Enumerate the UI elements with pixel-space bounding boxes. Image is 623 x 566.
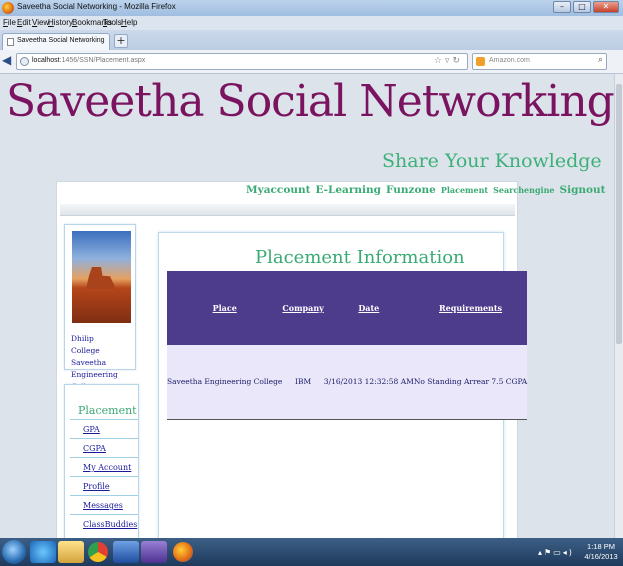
side-link-gpa[interactable]: GPA — [70, 419, 138, 438]
search-bar[interactable]: Amazon.com ⌕ — [472, 53, 607, 70]
nav-placement[interactable]: Placement — [441, 185, 488, 195]
internet-explorer-icon[interactable] — [30, 541, 56, 563]
folder-icon[interactable] — [58, 541, 84, 563]
taskbar: ▴⚑▭◂) 1:18 PM 4/16/2013 — [0, 538, 623, 566]
globe-icon — [20, 57, 29, 66]
page-icon — [7, 38, 14, 46]
desert-mesa-image — [86, 267, 116, 289]
side-link-my-account[interactable]: My Account — [70, 457, 138, 476]
table-row: Saveetha Engineering College IBM 3/16/20… — [167, 345, 528, 420]
profile-photo — [72, 231, 131, 323]
bookmark-star-icon[interactable]: ☆▿↻ — [434, 56, 463, 66]
site-title: Saveetha Social Networking — [6, 76, 614, 127]
firefox-logo-icon — [2, 2, 14, 14]
menu-file[interactable]: File — [3, 18, 16, 27]
url-bar[interactable]: localhost:1456/SSN/Placement.aspx ☆▿↻ — [16, 53, 468, 70]
column-header-date[interactable]: Date — [323, 271, 414, 345]
menu-bar: File Edit View History Bookmarks Tools H… — [0, 16, 623, 30]
chrome-icon[interactable] — [88, 542, 108, 562]
side-menu: Placement GPA CGPA My Account Profile Me… — [64, 384, 139, 538]
menu-tools[interactable]: Tools — [103, 18, 122, 27]
clock-date: 4/16/2013 — [584, 552, 618, 561]
side-menu-list: GPA CGPA My Account Profile Messages Cla… — [70, 419, 138, 533]
nav-myaccount[interactable]: Myaccount — [246, 184, 310, 196]
side-link-profile[interactable]: Profile — [70, 476, 138, 495]
cell-place: Saveetha Engineering College — [167, 345, 283, 420]
visual-studio-icon[interactable] — [141, 541, 167, 563]
close-button[interactable]: ✕ — [593, 1, 619, 13]
firefox-icon[interactable] — [173, 542, 193, 562]
scrollbar-thumb[interactable] — [616, 84, 622, 344]
search-magnifier-icon[interactable]: ⌕ — [598, 55, 603, 65]
taskbar-clock[interactable]: 1:18 PM 4/16/2013 — [584, 542, 618, 562]
side-link-cgpa[interactable]: CGPA — [70, 438, 138, 457]
page-viewport: Saveetha Social Networking Share Your Kn… — [0, 74, 614, 538]
maximize-button[interactable]: □ — [573, 1, 591, 13]
menu-help[interactable]: Help — [121, 18, 137, 27]
top-navigation: Myaccount E-Learning Funzone Placement S… — [246, 184, 606, 196]
column-header-requirements[interactable]: Requirements — [413, 271, 528, 345]
panel-title: Placement Information — [255, 247, 465, 268]
site-tagline: Share Your Knowledge — [382, 150, 602, 172]
nav-signout[interactable]: Signout — [560, 184, 606, 196]
menu-edit[interactable]: Edit — [17, 18, 31, 27]
word-icon[interactable] — [113, 541, 139, 563]
nav-elearning[interactable]: E-Learning — [315, 184, 381, 196]
side-link-messages[interactable]: Messages — [70, 495, 138, 514]
nav-searchengine[interactable]: Searchengine — [493, 185, 554, 195]
navigation-bar: ◀ localhost:1456/SSN/Placement.aspx ☆▿↻ … — [0, 50, 623, 74]
amazon-icon — [476, 57, 485, 66]
menu-history[interactable]: History — [48, 18, 73, 27]
start-button-icon[interactable] — [2, 540, 26, 564]
column-header-place[interactable]: Place — [167, 271, 283, 345]
column-header-company[interactable]: Company — [282, 271, 324, 345]
tab-saveetha[interactable]: Saveetha Social Networking — [2, 33, 110, 50]
table-header-row: Place Company Date Requirements — [167, 271, 528, 345]
menu-view[interactable]: View — [32, 18, 49, 27]
nav-funzone[interactable]: Funzone — [386, 184, 436, 196]
vertical-scrollbar[interactable] — [614, 74, 623, 538]
profile-name: Dhilip — [71, 334, 94, 343]
system-tray-icons[interactable]: ▴⚑▭◂) — [538, 548, 574, 557]
cell-requirements: No Standing Arrear 7.5 CGPA — [413, 345, 528, 420]
search-input[interactable]: Amazon.com — [489, 57, 530, 64]
window-title: Saveetha Social Networking - Mozilla Fir… — [17, 2, 176, 11]
new-tab-button[interactable]: + — [114, 34, 128, 48]
profile-card: Dhilip College Saveetha Engineering Coll… — [64, 224, 136, 391]
tab-label: Saveetha Social Networking — [17, 37, 105, 44]
minimize-button[interactable]: – — [553, 1, 571, 13]
cell-company: IBM — [282, 345, 324, 420]
window-controls: – □ ✕ — [553, 1, 619, 13]
tab-strip: Saveetha Social Networking + — [0, 30, 623, 50]
side-link-classbuddies[interactable]: ClassBuddies — [70, 514, 138, 533]
nav-strip — [60, 204, 515, 216]
back-arrow-icon[interactable]: ◀ — [2, 53, 16, 69]
url-text: localhost:1456/SSN/Placement.aspx — [32, 57, 146, 64]
placement-table: Place Company Date Requirements Saveetha… — [167, 271, 528, 420]
cell-date: 3/16/2013 12:32:58 AM — [323, 345, 414, 420]
clock-time: 1:18 PM — [587, 542, 615, 551]
window-titlebar: Saveetha Social Networking - Mozilla Fir… — [0, 0, 623, 16]
side-menu-heading: Placement — [78, 404, 137, 417]
